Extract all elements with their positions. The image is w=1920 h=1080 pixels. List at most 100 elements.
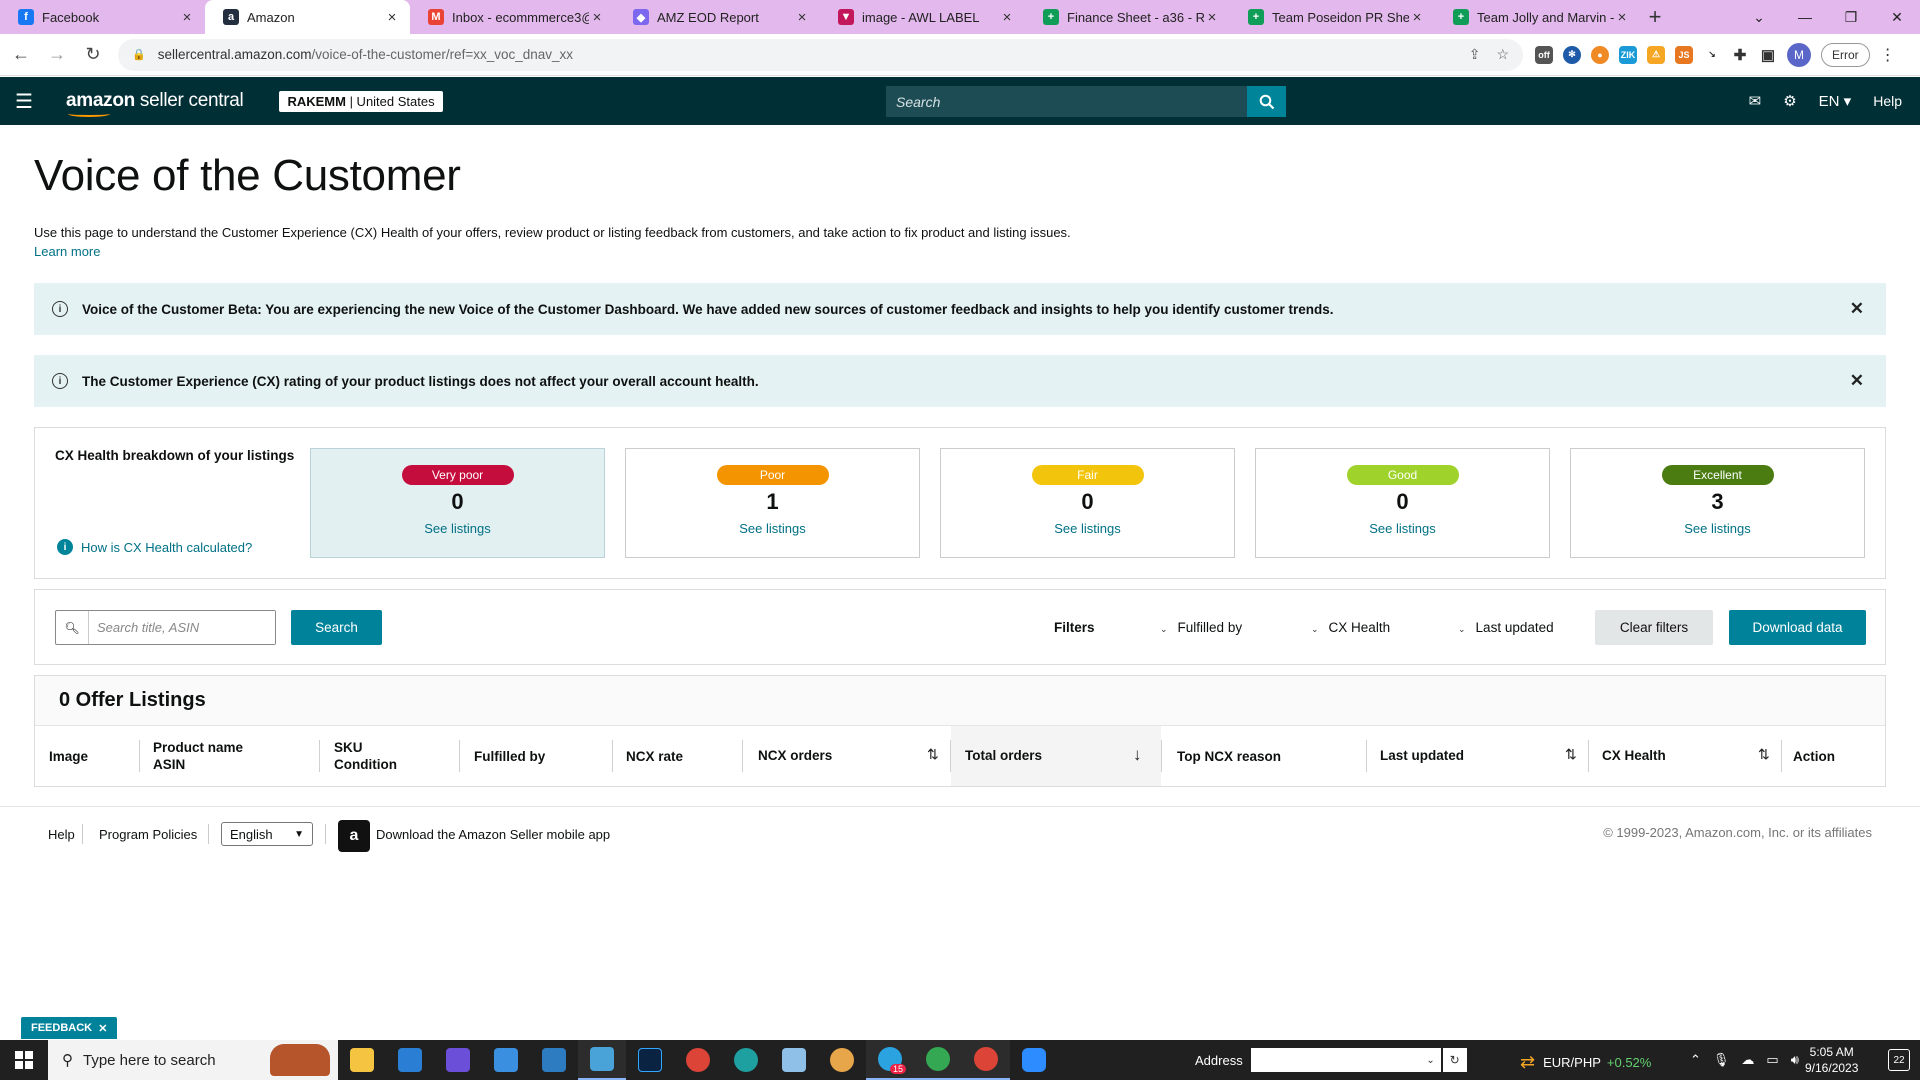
search-button[interactable]: Search <box>291 610 382 645</box>
file-explorer-icon[interactable] <box>338 1040 386 1080</box>
language-selector[interactable]: EN ▾ <box>1819 92 1852 110</box>
sort-icon[interactable]: ⇅ <box>1758 746 1770 763</box>
tab-search-icon[interactable]: ⌄ <box>1736 0 1782 34</box>
browser-tab[interactable]: ▼ image - AWL LABEL × <box>820 0 1025 34</box>
cx-health-filter[interactable]: ⌄ CX Health <box>1311 620 1390 635</box>
chrome-profile-icon[interactable] <box>914 1040 962 1080</box>
extension-arrow-icon[interactable]: ↘ <box>1703 45 1721 64</box>
see-listings-link[interactable]: See listings <box>311 521 604 536</box>
sort-descending-arrow-icon[interactable]: ↓ <box>1133 745 1142 765</box>
browser-tab[interactable]: + Finance Sheet - a36 - Riley× <box>1025 0 1230 34</box>
fulfilled-by-filter[interactable]: ⌄ Fulfilled by <box>1160 620 1242 635</box>
mail-icon[interactable]: ✉ <box>1749 92 1762 110</box>
chrome-icon[interactable] <box>674 1040 722 1080</box>
help-link[interactable]: Help <box>1873 93 1902 109</box>
store-icon[interactable] <box>482 1040 530 1080</box>
new-tab-button[interactable]: + <box>1640 0 1670 34</box>
restore-button[interactable]: ❐ <box>1828 0 1874 34</box>
cx-health-card[interactable]: Fair 0 See listings <box>940 448 1235 558</box>
extension-globe-icon[interactable]: ✻ <box>1563 45 1581 64</box>
cx-health-card[interactable]: Very poor 0 See listings <box>310 448 605 558</box>
listing-search-input[interactable] <box>89 611 275 644</box>
close-icon[interactable]: ✕ <box>1850 299 1864 319</box>
feedback-tab[interactable]: FEEDBACK ✕ <box>21 1017 118 1039</box>
learn-more-link[interactable]: Learn more <box>34 244 100 259</box>
taskbar-clock[interactable]: 5:05 AM 9/16/2023 <box>1805 1044 1858 1076</box>
bookmark-star-icon[interactable]: ☆ <box>1496 46 1509 62</box>
forward-icon[interactable]: → <box>42 40 72 70</box>
last-updated-filter[interactable]: ⌄ Last updated <box>1458 620 1554 635</box>
close-tab-icon[interactable]: × <box>999 9 1015 26</box>
photoshop-icon[interactable] <box>626 1040 674 1080</box>
currency-ticker[interactable]: ⇄ EUR/PHP +0.52% <box>1520 1052 1651 1073</box>
chrome-menu-icon[interactable]: ⋮ <box>1880 45 1896 65</box>
close-tab-icon[interactable]: × <box>384 9 400 26</box>
notifications-icon[interactable]: 22 <box>1888 1049 1910 1071</box>
cx-health-card[interactable]: Poor 1 See listings <box>625 448 920 558</box>
chevron-up-icon[interactable]: ⌃ <box>1690 1052 1701 1068</box>
download-data-button[interactable]: Download data <box>1729 610 1866 645</box>
download-app-link[interactable]: Download the Amazon Seller mobile app <box>376 827 610 842</box>
onedrive-cloud-icon[interactable]: ☁ <box>1741 1052 1754 1068</box>
mail-app-icon[interactable] <box>386 1040 434 1080</box>
calculator-icon[interactable] <box>578 1040 626 1080</box>
windows-start-icon[interactable] <box>0 1040 48 1080</box>
extensions-puzzle-icon[interactable]: ✚ <box>1731 45 1749 64</box>
hamburger-menu-icon[interactable]: ☰ <box>0 77 48 125</box>
clear-filters-button[interactable]: Clear filters <box>1595 610 1713 645</box>
extension-orange-icon[interactable]: ● <box>1591 45 1609 64</box>
remote-desktop-icon[interactable] <box>530 1040 578 1080</box>
browser-tab[interactable]: a Amazon × <box>205 0 410 34</box>
see-listings-link[interactable]: See listings <box>941 521 1234 536</box>
column-cx-health[interactable]: CX Health <box>1602 726 1666 786</box>
cx-health-card[interactable]: Excellent 3 See listings <box>1570 448 1865 558</box>
close-tab-icon[interactable]: × <box>1614 9 1630 26</box>
taskbar-search[interactable]: ⚲ Type here to search <box>48 1040 338 1080</box>
column-total-orders[interactable]: Total orders <box>951 726 1161 786</box>
back-icon[interactable]: ← <box>6 40 36 70</box>
chrome-profile-2-icon[interactable] <box>962 1040 1010 1080</box>
program-policies-link[interactable]: Program Policies <box>99 827 197 842</box>
network-icon[interactable]: ▭ <box>1766 1052 1778 1068</box>
minimize-button[interactable]: — <box>1782 0 1828 34</box>
see-listings-link[interactable]: See listings <box>626 521 919 536</box>
column-last-updated[interactable]: Last updated <box>1380 726 1464 786</box>
share-icon[interactable]: ⇪ <box>1469 46 1481 62</box>
telegram-icon[interactable]: 15 <box>866 1040 914 1080</box>
close-tab-icon[interactable]: × <box>794 9 810 26</box>
header-search-button[interactable] <box>1247 86 1286 117</box>
browser-tab[interactable]: ◆ AMZ EOD Report × <box>615 0 820 34</box>
close-tab-icon[interactable]: × <box>179 9 195 26</box>
browser-tab[interactable]: f Facebook × <box>0 0 205 34</box>
microphone-icon[interactable]: 🎙︎ <box>1713 1052 1730 1068</box>
extension-zik-icon[interactable]: ZIK <box>1619 45 1637 64</box>
close-icon[interactable]: ✕ <box>1850 371 1864 391</box>
footer-help-link[interactable]: Help <box>48 827 75 842</box>
media-app-icon[interactable] <box>434 1040 482 1080</box>
side-panel-icon[interactable]: ▣ <box>1759 45 1777 64</box>
close-window-button[interactable]: ✕ <box>1874 0 1920 34</box>
sort-icon[interactable]: ⇅ <box>1565 746 1577 763</box>
refresh-icon[interactable]: ↻ <box>1442 1048 1467 1072</box>
close-tab-icon[interactable]: × <box>1204 9 1220 26</box>
cx-health-help-link[interactable]: i How is CX Health calculated? <box>57 539 252 555</box>
zoom-icon[interactable] <box>1010 1040 1058 1080</box>
address-input[interactable]: ⌄ <box>1250 1048 1441 1072</box>
footer-language-select[interactable]: English ▼ <box>221 822 313 846</box>
extension-off-icon[interactable]: off <box>1535 45 1553 64</box>
edge-icon[interactable] <box>722 1040 770 1080</box>
hamster-app-icon[interactable] <box>818 1040 866 1080</box>
see-listings-link[interactable]: See listings <box>1571 521 1864 536</box>
browser-tab[interactable]: M Inbox - ecommmerce3@g × <box>410 0 615 34</box>
settings-gear-icon[interactable]: ⚙ <box>1783 92 1796 110</box>
extension-helium-icon[interactable]: ⚠ <box>1647 45 1665 64</box>
browser-tab[interactable]: + Team Jolly and Marvin - G × <box>1435 0 1640 34</box>
amazon-seller-app-icon[interactable]: a <box>338 820 370 852</box>
close-tab-icon[interactable]: × <box>589 9 605 26</box>
notepad-icon[interactable] <box>770 1040 818 1080</box>
sort-icon[interactable]: ⇅ <box>927 746 939 763</box>
error-button[interactable]: Error <box>1821 42 1870 67</box>
see-listings-link[interactable]: See listings <box>1256 521 1549 536</box>
profile-avatar[interactable]: M <box>1787 42 1811 67</box>
reload-icon[interactable]: ↻ <box>78 40 108 70</box>
